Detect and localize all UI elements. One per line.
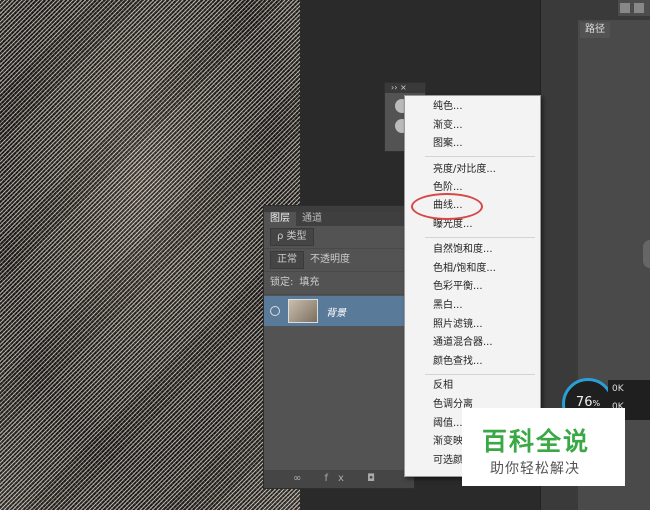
tab-layers[interactable]: 图层 xyxy=(264,212,296,226)
menu-separator xyxy=(425,156,535,157)
layer-thumbnail xyxy=(288,299,318,323)
menu-item-vibrance[interactable]: 自然饱和度... xyxy=(433,242,493,258)
menu-item-gradient[interactable]: 渐变... xyxy=(433,118,463,134)
layer-filter-select[interactable]: ρ 类型 xyxy=(270,228,314,246)
canvas-image xyxy=(0,0,300,510)
blend-mode-select[interactable]: 正常 xyxy=(270,251,304,269)
tab-channels[interactable]: 通道 xyxy=(296,212,328,226)
menu-item-solid-color[interactable]: 纯色... xyxy=(433,99,463,115)
watermark-subtitle: 助你轻松解决 xyxy=(490,461,580,477)
tool-icon-1[interactable] xyxy=(620,3,630,13)
watermark-title: 百科全说 xyxy=(482,427,591,456)
menu-separator xyxy=(425,237,535,238)
menu-item-brightness-contrast[interactable]: 亮度/对比度... xyxy=(433,162,496,178)
menu-item-channel-mixer[interactable]: 通道混合器... xyxy=(433,335,493,351)
blend-mode-row: 正常 不透明度 xyxy=(264,249,414,272)
curves-highlight-oval xyxy=(411,193,483,220)
eye-icon[interactable] xyxy=(270,306,280,316)
layers-footer-icons[interactable]: ∞ fx ◘ xyxy=(264,470,414,488)
menu-item-invert[interactable]: 反相 xyxy=(433,378,453,394)
fill-label: 填充 xyxy=(299,277,320,288)
right-toolbar xyxy=(618,0,650,16)
menu-item-photo-filter[interactable]: 照片滤镜... xyxy=(433,317,483,333)
watermark-logo: 百科全说 助你轻松解决 xyxy=(462,408,625,486)
layers-tabs: 图层 通道 xyxy=(264,212,414,226)
menu-item-color-balance[interactable]: 色彩平衡... xyxy=(433,279,483,295)
gauge-unit: % xyxy=(592,399,601,408)
layers-panel: 图层 通道 ρ 类型 正常 不透明度 锁定: 填充 背景 ∞ fx ◘ xyxy=(263,205,415,489)
layer-background[interactable]: 背景 xyxy=(264,296,414,326)
layer-filter-row: ρ 类型 xyxy=(264,226,414,249)
scroll-handle[interactable] xyxy=(643,240,650,268)
menu-item-threshold[interactable]: 阈值... xyxy=(433,416,463,432)
layer-name: 背景 xyxy=(326,307,346,319)
menu-item-pattern[interactable]: 图案... xyxy=(433,136,463,152)
lock-label: 锁定: xyxy=(270,277,294,288)
net-up: 0K xyxy=(612,384,624,394)
menu-item-hue-saturation[interactable]: 色相/饱和度... xyxy=(433,261,496,277)
menu-item-color-lookup[interactable]: 颜色查找... xyxy=(433,354,483,370)
float-panel-header[interactable]: ›› × xyxy=(385,83,425,93)
opacity-label: 不透明度 xyxy=(310,254,350,265)
menu-item-black-white[interactable]: 黑白... xyxy=(433,298,463,314)
tool-icon-2[interactable] xyxy=(634,3,644,13)
lock-row: 锁定: 填充 xyxy=(264,272,414,295)
menu-separator xyxy=(425,374,535,375)
tab-paths[interactable]: 路径 xyxy=(580,22,610,38)
